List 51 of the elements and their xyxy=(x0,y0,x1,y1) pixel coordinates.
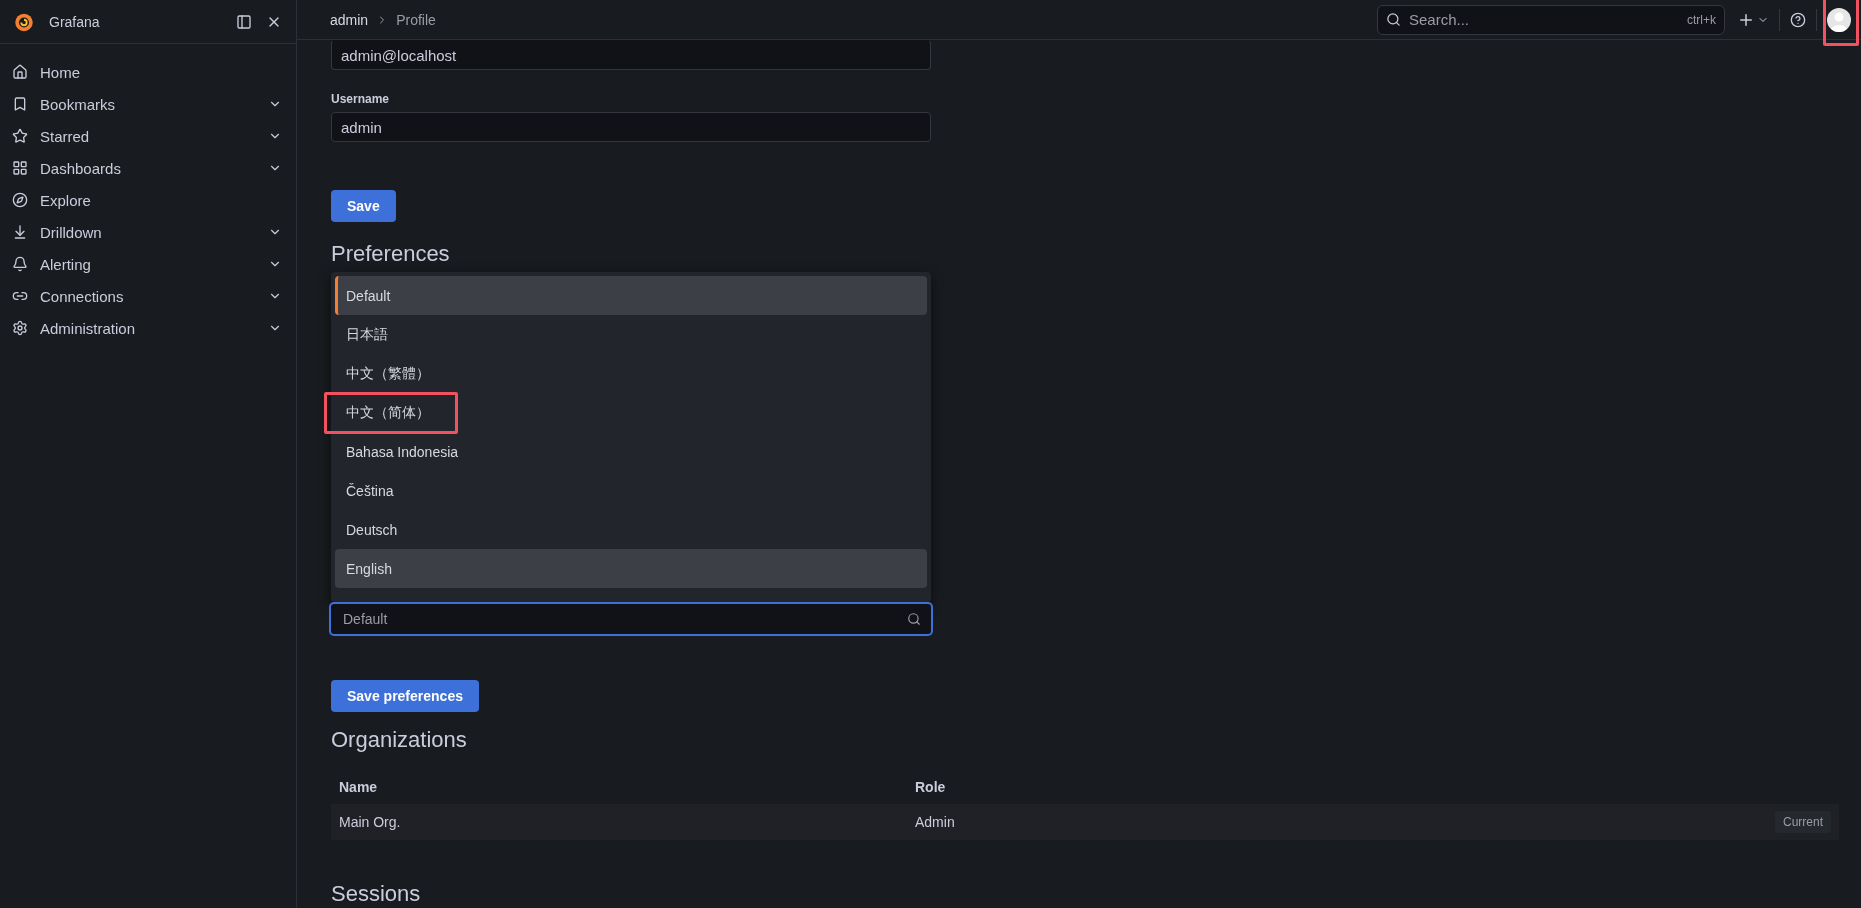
download-icon xyxy=(12,224,28,240)
section-heading: Organizations xyxy=(331,726,468,754)
bookmark-icon xyxy=(12,96,28,112)
bell-icon xyxy=(12,256,28,272)
search-bar[interactable]: Search... ctrl+k xyxy=(1377,4,1725,35)
nav-item[interactable]: Explore xyxy=(0,184,296,216)
breadcrumb-link[interactable]: Profile xyxy=(396,11,436,28)
brand-name: Grafana xyxy=(49,13,101,30)
language-option[interactable]: Bahasa Indonesia xyxy=(335,432,927,471)
star-icon xyxy=(12,128,28,144)
home-icon xyxy=(12,64,28,80)
save-preferences-button[interactable]: Save preferences xyxy=(331,680,479,712)
language-input[interactable]: Default xyxy=(341,610,907,628)
help-button[interactable] xyxy=(1790,11,1806,28)
table-cell-text: Main Org. xyxy=(339,814,402,830)
nav-item[interactable]: Starred xyxy=(0,120,296,152)
column-header: Name xyxy=(339,779,379,795)
language-option[interactable]: 中文（繁體） xyxy=(335,354,927,393)
nav-item[interactable]: Alerting xyxy=(0,248,296,280)
language-option[interactable]: Default xyxy=(335,276,927,315)
section-heading: Sessions xyxy=(331,880,422,908)
language-option[interactable]: 日本語 xyxy=(335,315,927,354)
language-option[interactable]: English xyxy=(335,549,927,588)
language-option[interactable]: 中文（简体） xyxy=(335,393,927,432)
search-icon xyxy=(1386,12,1401,27)
search-input[interactable]: Search... xyxy=(1407,10,1681,29)
nav-item[interactable]: Dashboards xyxy=(0,152,296,184)
status-tag: Current xyxy=(1775,811,1831,833)
nav-item[interactable]: Drilldown xyxy=(0,216,296,248)
table-cell-text: Admin xyxy=(915,814,956,830)
breadcrumb-link[interactable]: admin xyxy=(330,11,369,28)
dock-menu-button[interactable] xyxy=(236,13,252,30)
language-select[interactable]: Default xyxy=(329,602,933,636)
grid-icon xyxy=(12,160,28,176)
nav-item[interactable]: Connections xyxy=(0,280,296,312)
column-header: Role xyxy=(915,779,947,795)
section-heading: Preferences xyxy=(331,240,451,268)
save-button[interactable]: Save xyxy=(331,190,396,222)
nav-item[interactable]: Administration xyxy=(0,312,296,344)
language-option[interactable]: Čeština xyxy=(335,471,927,510)
nav-item[interactable]: Home xyxy=(0,56,296,88)
search-icon xyxy=(907,612,921,626)
language-option[interactable]: Deutsch xyxy=(335,510,927,549)
settings-icon xyxy=(12,320,28,336)
email-field[interactable]: admin@localhost xyxy=(331,40,931,70)
shortcut-hint: ctrl+k xyxy=(1687,12,1716,27)
field-label: Username xyxy=(331,92,391,106)
compass-icon xyxy=(12,192,28,208)
username-field[interactable]: admin xyxy=(331,112,931,142)
user-avatar[interactable] xyxy=(1827,7,1851,32)
nav-item[interactable]: Bookmarks xyxy=(0,88,296,120)
